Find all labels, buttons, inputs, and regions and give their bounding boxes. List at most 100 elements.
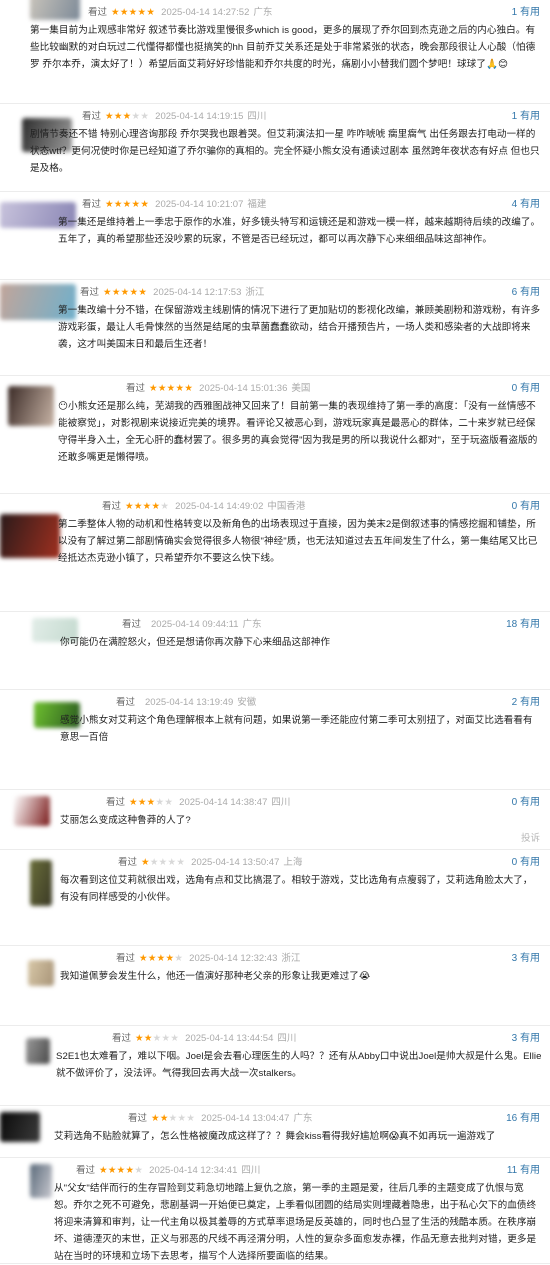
- review-meta: 看过 ★★★★★ 2025-04-14 15:01:36 美国: [126, 380, 314, 398]
- useful-button[interactable]: 0 有用: [512, 794, 540, 812]
- star-icon: ★: [99, 1165, 108, 1176]
- avatar[interactable]: [0, 1112, 40, 1142]
- rating-stars: ★★★★★: [99, 1165, 143, 1176]
- useful-button[interactable]: 16 有用: [506, 1110, 540, 1128]
- rating-stars: ★★★★★: [111, 7, 155, 18]
- star-icon: ★: [129, 797, 138, 808]
- star-icon: ★: [174, 953, 184, 964]
- star-icon: ★: [177, 1113, 187, 1124]
- review-location: 上海: [283, 857, 303, 868]
- star-icon: ★: [113, 111, 123, 122]
- star-icon: ★: [146, 797, 156, 808]
- useful-button[interactable]: 6 有用: [512, 284, 540, 302]
- rating-stars: ★★★★★: [103, 287, 147, 298]
- avatar[interactable]: [28, 960, 54, 986]
- useful-button[interactable]: 0 有用: [512, 380, 540, 398]
- star-icon: ★: [161, 1033, 171, 1044]
- review-text: 感觉小熊女对艾莉这个角色理解根本上就有问题，如果说第一季还能应付第二季可太别扭了…: [60, 715, 533, 743]
- star-icon: ★: [129, 287, 139, 298]
- useful-button[interactable]: 11 有用: [507, 1162, 540, 1180]
- star-icon: ★: [139, 953, 148, 964]
- watch-status: 看过: [76, 1165, 96, 1176]
- star-icon: ★: [131, 111, 141, 122]
- review-text: 第一集目前为止观感非常好 叙述节奏比游戏里慢很多which is good，更多…: [30, 25, 536, 70]
- star-icon: ★: [156, 953, 166, 964]
- review-item: 看过 ★★★★★ 2025-04-14 13:44:54 四川 3 有用 S2E1也太难看…: [0, 1026, 550, 1106]
- review-text: 你可能仍在满腔怒火，但还是想请你再次静下心来细品这部神作: [60, 637, 331, 648]
- review-location: 四川: [247, 111, 267, 122]
- star-icon: ★: [151, 501, 161, 512]
- rating-stars: ★★★★★: [125, 501, 169, 512]
- useful-button[interactable]: 0 有用: [512, 854, 540, 872]
- review-text: 艾莉选角不贴脸就算了，怎么性格被魔改成这样了？？舞会kiss看得我好尴尬啊😱真不…: [54, 1131, 496, 1142]
- review-meta: 看过 2025-04-14 09:44:11 广东: [122, 616, 266, 634]
- star-icon: ★: [176, 857, 186, 868]
- watch-status: 看过: [116, 697, 136, 708]
- watch-status: 看过: [128, 1113, 148, 1124]
- review-location: 四川: [241, 1165, 261, 1176]
- report-button[interactable]: 投诉: [521, 830, 540, 844]
- review-text: 😶小熊女还是那么纯，芜湖我的西雅图战神又回来了！目前第一集的表现维持了第一季的高…: [58, 401, 538, 463]
- watch-status: 看过: [82, 199, 102, 210]
- star-icon: ★: [122, 199, 132, 210]
- review-item: 看过 ★★★★★ 2025-04-14 13:50:47 上海 0 有用 每次看到这位艾莉…: [0, 850, 550, 946]
- useful-button[interactable]: 1 有用: [512, 108, 540, 126]
- review-date: 2025-04-14 12:32:43: [189, 953, 278, 964]
- star-icon: ★: [134, 1165, 144, 1176]
- star-icon: ★: [160, 501, 170, 512]
- review-date: 2025-04-14 13:04:47: [201, 1113, 290, 1124]
- review-date: 2025-04-14 14:38:47: [179, 797, 268, 808]
- star-icon: ★: [120, 287, 130, 298]
- watch-status: 看过: [122, 619, 142, 630]
- useful-button[interactable]: 3 有用: [512, 1030, 540, 1048]
- review-item: 看过 ★★★★★ 2025-04-14 14:19:15 四川 1 有用 剧情节奏还不错 …: [0, 104, 550, 192]
- avatar[interactable]: [26, 1038, 50, 1064]
- star-icon: ★: [128, 7, 138, 18]
- star-icon: ★: [184, 383, 194, 394]
- review-item: 看过 ★★★★★ 2025-04-14 10:21:07 福建 4 有用 第一集还是维持着…: [0, 192, 550, 280]
- star-icon: ★: [137, 797, 147, 808]
- rating-stars: ★★★★★: [139, 953, 183, 964]
- review-date: 2025-04-14 12:34:41: [149, 1165, 238, 1176]
- avatar[interactable]: [8, 386, 54, 426]
- review-item: 看过 ★★★★★ 2025-04-14 13:04:47 广东 16 有用 艾莉选角不贴脸…: [0, 1106, 550, 1158]
- star-icon: ★: [125, 1165, 135, 1176]
- watch-status: 看过: [106, 797, 126, 808]
- watch-status: 看过: [112, 1033, 132, 1044]
- star-icon: ★: [186, 1113, 196, 1124]
- review-item: 看过 ★★★★★ 2025-04-14 14:38:47 四川 0 有用 艾丽怎么变成这种…: [0, 790, 550, 850]
- avatar[interactable]: [0, 514, 60, 558]
- review-date: 2025-04-14 15:01:36: [199, 383, 288, 394]
- review-meta: 看过 ★★★★★ 2025-04-14 14:38:47 四川: [106, 794, 294, 812]
- avatar[interactable]: [14, 796, 50, 826]
- avatar[interactable]: [30, 0, 80, 20]
- review-location: 广东: [242, 619, 262, 630]
- review-meta: 看过 ★★★★★ 2025-04-14 13:50:47 上海: [118, 854, 306, 872]
- star-icon: ★: [166, 383, 176, 394]
- useful-button[interactable]: 4 有用: [512, 196, 540, 214]
- avatar[interactable]: [30, 1164, 52, 1198]
- useful-button[interactable]: 0 有用: [512, 498, 540, 516]
- review-item: 看过 ★★★★★ 2025-04-14 14:27:52 广东 1 有用 第一集目前为止观…: [0, 0, 550, 104]
- star-icon: ★: [175, 383, 185, 394]
- rating-stars: ★★★★★: [105, 111, 149, 122]
- review-item: 看过 ★★★★★ 2025-04-14 12:17:53 浙江 6 有用 第一集改编十分不…: [0, 280, 550, 376]
- review-date: 2025-04-14 14:27:52: [161, 7, 250, 18]
- watch-status: 看过: [118, 857, 138, 868]
- star-icon: ★: [125, 501, 134, 512]
- review-feed: 看过 ★★★★★ 2025-04-14 14:27:52 广东 1 有用 第一集目前为止观…: [0, 0, 550, 1264]
- review-date: 2025-04-14 13:50:47: [191, 857, 280, 868]
- review-text: 剧情节奏还不错 特别心理咨询那段 乔尔哭我也跟着哭。但艾莉演法扣一星 咋咋唬唬 …: [30, 129, 540, 174]
- review-text: 艾丽怎么变成这种鲁莽的人了?: [60, 815, 191, 826]
- review-meta: 看过 ★★★★★ 2025-04-14 13:44:54 四川: [112, 1030, 300, 1048]
- star-icon: ★: [158, 857, 168, 868]
- star-icon: ★: [137, 7, 147, 18]
- useful-button[interactable]: 1 有用: [512, 4, 540, 22]
- useful-button[interactable]: 18 有用: [506, 616, 540, 634]
- useful-button[interactable]: 3 有用: [512, 950, 540, 968]
- review-text: 从"父女"结伴而行的生存冒险到艾莉急切地踏上复仇之旅，第一季的主题是爱，往后几季…: [54, 1183, 537, 1262]
- useful-button[interactable]: 2 有用: [512, 694, 540, 712]
- avatar[interactable]: [30, 860, 52, 906]
- star-icon: ★: [111, 287, 121, 298]
- star-icon: ★: [151, 1113, 160, 1124]
